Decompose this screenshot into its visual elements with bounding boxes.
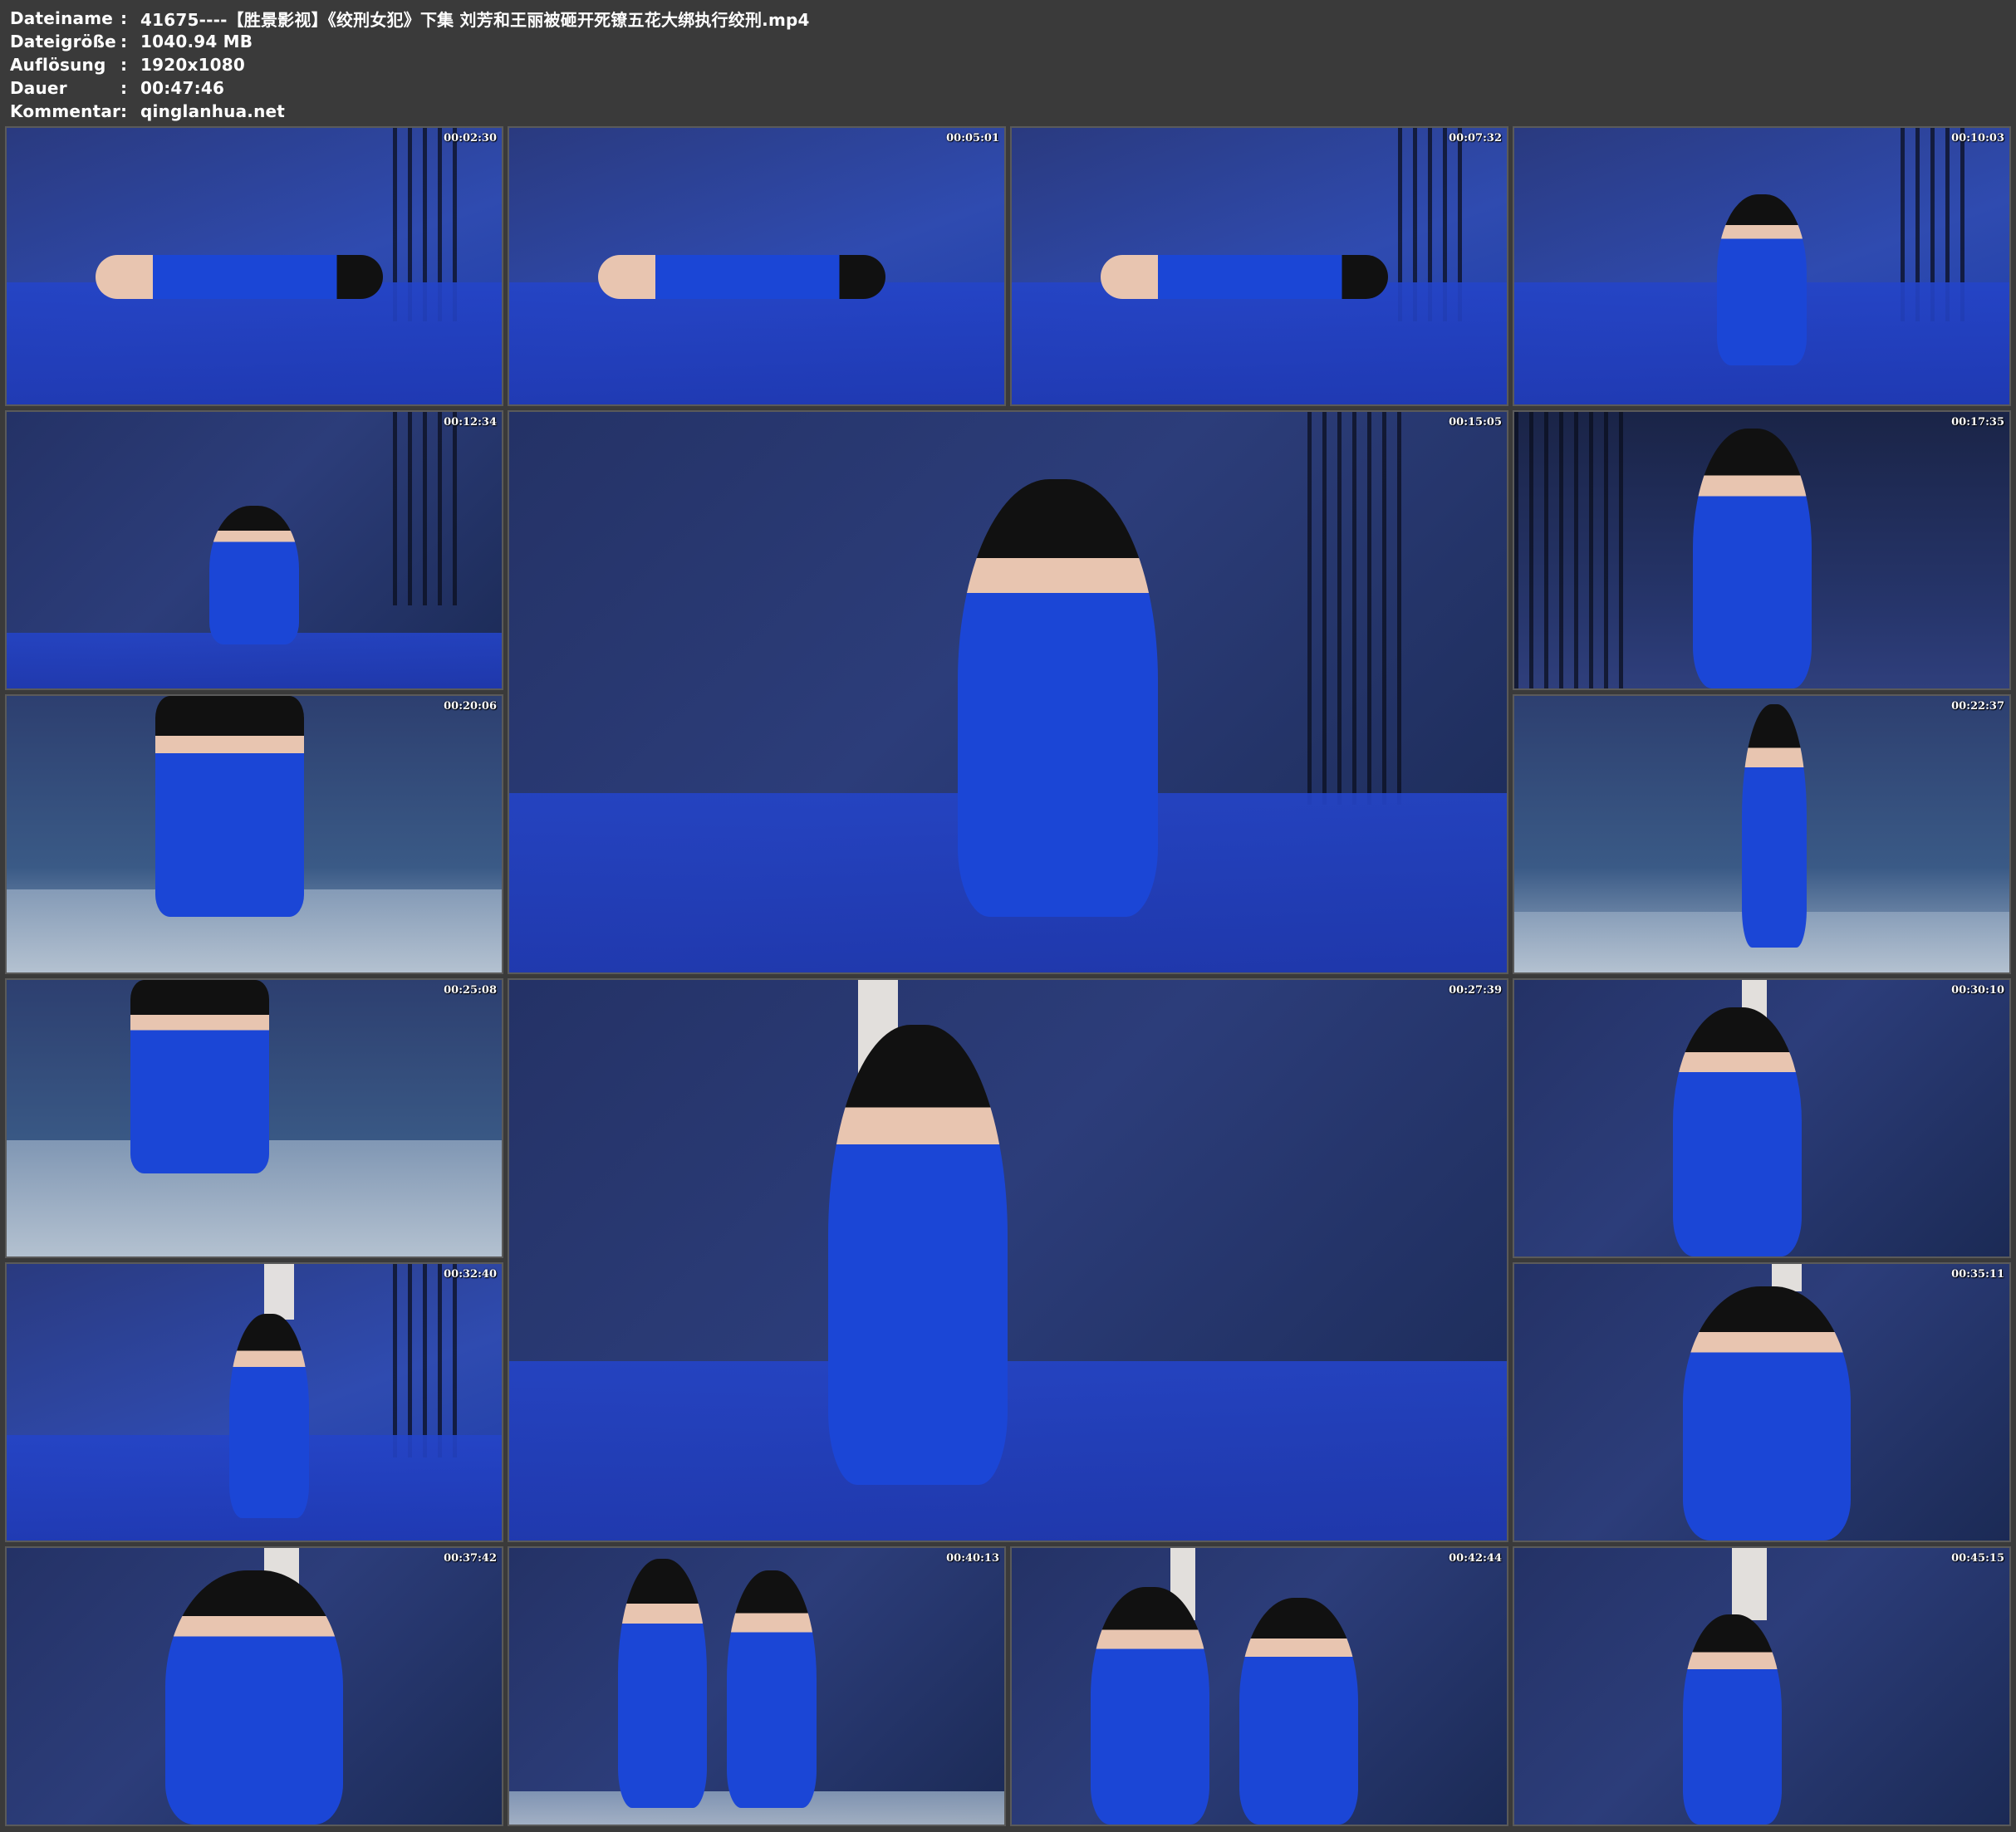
comment-separator: : [120, 101, 128, 121]
figure-shape [96, 255, 383, 300]
thumbnail-frame[interactable]: 00:17:35 [1513, 410, 2011, 690]
thumbnail-frame[interactable]: 00:45:15 [1513, 1546, 2011, 1826]
thumbnail-frame[interactable]: 00:02:30 [5, 126, 503, 406]
thumbnail-timestamp: 00:10:03 [1951, 132, 2004, 145]
thumbnail-timestamp: 00:27:39 [1449, 984, 1502, 997]
thumbnail-timestamp: 00:05:01 [946, 132, 999, 145]
thumbnail-timestamp: 00:35:11 [1951, 1268, 2004, 1281]
thumbnail-frame[interactable]: 00:30:10 [1513, 978, 2011, 1258]
figure-shape [1101, 255, 1388, 300]
thumbnail-timestamp: 00:30:10 [1951, 984, 2004, 997]
filesize-label: Dateigröße [10, 32, 116, 51]
thumbnail-frame[interactable]: 00:22:37 [1513, 694, 2011, 974]
thumbnail-frame[interactable]: 00:25:08 [5, 978, 503, 1258]
figure-shape [209, 506, 299, 644]
figure-shape [1239, 1597, 1359, 1825]
figure-shape [1672, 1007, 1802, 1256]
figure-shape [1692, 428, 1812, 688]
thumbnail-timestamp: 00:22:37 [1951, 700, 2004, 713]
figure-shape [598, 255, 885, 300]
comment-label: Kommentar [10, 101, 121, 121]
comment-value: qinglanhua.net [140, 101, 286, 121]
resolution-separator: : [120, 55, 128, 75]
thumbnail-timestamp: 00:12:34 [444, 416, 497, 429]
file-info-header: Dateiname : 41675----【胜景影视】《绞刑女犯》下集 刘芳和王… [10, 7, 2004, 123]
thumbnail-timestamp: 00:37:42 [444, 1552, 497, 1565]
placard-sign [1732, 1548, 1767, 1620]
thumbnail-frame[interactable]: 00:20:06 [5, 694, 503, 974]
thumbnail-frame-large[interactable]: 00:15:05 [508, 410, 1508, 974]
figure-shape [828, 1025, 1008, 1485]
thumbnail-timestamp: 00:17:35 [1951, 416, 2004, 429]
filename-label: Dateiname [10, 8, 114, 28]
thumbnail-frame[interactable]: 00:10:03 [1513, 126, 2011, 406]
filename-separator: : [120, 8, 128, 28]
comment-row: Kommentar : qinglanhua.net [10, 100, 2004, 123]
thumbnail-frame[interactable]: 00:05:01 [508, 126, 1006, 406]
duration-row: Dauer : 00:47:46 [10, 76, 2004, 100]
thumbnail-timestamp: 00:42:44 [1449, 1552, 1502, 1565]
thumbnail-frame[interactable]: 00:42:44 [1010, 1546, 1508, 1826]
figure-shape [958, 479, 1158, 917]
filesize-row: Dateigröße : 1040.94 MB [10, 30, 2004, 53]
bed-shape [509, 1361, 1507, 1541]
figure-shape [727, 1570, 817, 1808]
figure-shape [155, 696, 304, 918]
cell-bars [1307, 412, 1407, 805]
thumbnail-frame[interactable]: 00:12:34 [5, 410, 503, 690]
figure-shape [1091, 1586, 1210, 1825]
thumbnail-frame[interactable]: 00:37:42 [5, 1546, 503, 1826]
thumbnail-timestamp: 00:15:05 [1449, 416, 1502, 429]
figure-shape [1682, 1614, 1782, 1825]
thumbnail-frame[interactable]: 00:32:40 [5, 1262, 503, 1542]
thumbnail-grid: 00:02:30 00:05:01 00:07:32 00:10:03 00:1… [5, 126, 2011, 1827]
thumbnail-timestamp: 00:32:40 [444, 1268, 497, 1281]
filesize-separator: : [120, 32, 128, 51]
resolution-value: 1920x1080 [140, 55, 246, 75]
thumbnail-timestamp: 00:02:30 [444, 132, 497, 145]
figure-shape [618, 1559, 708, 1808]
thumbnail-timestamp: 00:20:06 [444, 700, 497, 713]
filename-row: Dateiname : 41675----【胜景影视】《绞刑女犯》下集 刘芳和王… [10, 7, 2004, 30]
thumbnail-timestamp: 00:25:08 [444, 984, 497, 997]
figure-shape [164, 1570, 344, 1825]
placard-sign [263, 1264, 294, 1320]
figure-shape [1717, 193, 1807, 366]
cell-bars [392, 1264, 463, 1458]
figure-shape [1742, 703, 1807, 948]
thumbnail-frame[interactable]: 00:35:11 [1513, 1262, 2011, 1542]
thumbnail-frame[interactable]: 00:40:13 [508, 1546, 1006, 1826]
duration-separator: : [120, 78, 128, 98]
bed-shape [1012, 282, 1507, 404]
resolution-row: Auflösung : 1920x1080 [10, 53, 2004, 76]
thumbnail-timestamp: 00:40:13 [946, 1552, 999, 1565]
resolution-label: Auflösung [10, 55, 106, 75]
bed-shape [509, 282, 1004, 404]
thumbnail-frame-large[interactable]: 00:27:39 [508, 978, 1508, 1542]
cell-bars [1514, 412, 1624, 688]
figure-shape [1682, 1286, 1852, 1541]
duration-label: Dauer [10, 78, 67, 98]
figure-shape [130, 980, 269, 1174]
thumbnail-frame[interactable]: 00:07:32 [1010, 126, 1508, 406]
duration-value: 00:47:46 [140, 78, 225, 98]
filename-value: 41675----【胜景影视】《绞刑女犯》下集 刘芳和王丽被砸开死镣五花大绑执行… [140, 9, 810, 30]
figure-shape [229, 1313, 309, 1519]
thumbnail-timestamp: 00:07:32 [1449, 132, 1502, 145]
bed-shape [7, 282, 502, 404]
filesize-value: 1040.94 MB [140, 32, 253, 51]
cell-bars [392, 412, 463, 606]
thumbnail-timestamp: 00:45:15 [1951, 1552, 2004, 1565]
